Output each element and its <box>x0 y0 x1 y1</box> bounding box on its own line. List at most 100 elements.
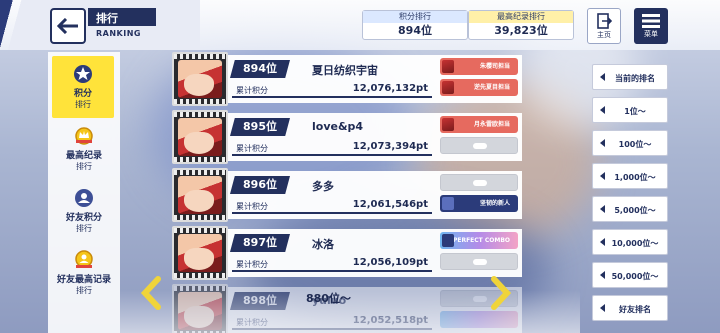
menu-label: 菜单 <box>644 29 658 38</box>
avatar[interactable] <box>172 284 228 333</box>
empty-slot-icon <box>473 143 487 149</box>
menu-button[interactable]: 菜单 <box>634 8 668 44</box>
sidebar-item-sublabel: 排行 <box>76 286 92 295</box>
star-medal-icon <box>74 65 92 83</box>
sidebar-item-friend-points-rank[interactable]: 好友积分 排行 <box>48 180 120 242</box>
friend-medal-icon <box>75 189 93 207</box>
sidebar-item-friend-best-record-rank[interactable]: 好友最高记录 排行 <box>48 242 120 304</box>
badge-empty <box>440 253 518 270</box>
stat-label: 最高纪录排行 <box>469 11 573 23</box>
score-value: 12,073,394pt <box>352 141 428 152</box>
player-name: love&p4 <box>312 120 364 133</box>
filter-label: 5,000位～ <box>614 206 656 215</box>
stat-best-record-rank: 最高纪录排行 39,823位 <box>468 10 574 40</box>
page-subtitle-text: RANKING <box>96 29 141 38</box>
empty-slot-icon <box>473 259 487 265</box>
filter-rank-1[interactable]: 1位～ <box>592 97 668 123</box>
page-title: 排行 RANKING <box>88 8 156 44</box>
sidebar-item-points-rank[interactable]: 积分 排行 <box>52 56 114 118</box>
sidebar-item-sublabel: 排行 <box>76 162 92 171</box>
character-portrait-icon <box>442 81 454 94</box>
sidebar-item-label: 好友积分 <box>65 213 102 223</box>
sidebar-item-label: 好友最高记录 <box>56 275 111 285</box>
rank-tag: 894位 <box>230 60 290 78</box>
empty-slot-icon <box>473 296 487 302</box>
filter-label: 好友排名 <box>619 305 651 314</box>
filter-friend-rank[interactable]: 好友排名 <box>592 295 668 321</box>
filter-label: 50,000位～ <box>611 272 659 281</box>
home-label: 主页 <box>597 30 611 39</box>
score-bar: 累计积分 12,056,109pt <box>232 257 432 272</box>
hamburger-icon <box>642 13 660 28</box>
filter-label: 10,000位～ <box>611 239 659 248</box>
filter-rank-5000[interactable]: 5,000位～ <box>592 196 668 222</box>
stat-value: 39,823位 <box>494 24 548 37</box>
badge-empty <box>440 137 518 154</box>
sidebar-item-sublabel: 排行 <box>76 224 92 233</box>
stat-value: 894位 <box>398 24 432 37</box>
score-label: 累计积分 <box>236 202 268 211</box>
score-value: 12,052,518pt <box>352 315 428 326</box>
filter-label: 1位～ <box>624 107 646 116</box>
badge-text: 朱樱司担当 <box>479 63 510 70</box>
ranking-row[interactable]: 895位 love&p4 累计积分 12,073,394pt 月永雷欧担当 <box>170 110 526 164</box>
badge-text: 逆先夏目担当 <box>473 84 510 91</box>
filter-label: 100位～ <box>618 140 652 149</box>
ranking-row[interactable]: 894位 夏日纺织宇宙 累计积分 12,076,132pt 朱樱司担当 逆先夏目… <box>170 52 526 106</box>
score-bar: 累计积分 12,061,546pt <box>232 199 432 214</box>
home-button[interactable]: 主页 <box>587 8 621 44</box>
gold-medal-icon <box>75 250 93 268</box>
page-indicator: 880位～ <box>306 292 351 305</box>
arrow-left-icon <box>57 18 78 34</box>
avatar[interactable] <box>172 110 228 164</box>
character-portrait-icon <box>442 118 454 131</box>
page-title-text: 排行 <box>88 8 156 26</box>
badge <box>440 311 518 328</box>
mic-icon <box>442 197 454 210</box>
stat-points-rank: 积分排行 894位 <box>362 10 468 40</box>
avatar[interactable] <box>172 226 228 280</box>
badge: 坚韧的新人 <box>440 195 518 212</box>
score-label: 累计积分 <box>236 144 268 153</box>
empty-slot-icon <box>473 180 487 186</box>
badge-text: PERFECT COMBO <box>452 237 510 244</box>
filter-label: 当前的排名 <box>615 74 655 83</box>
chevron-left-icon <box>140 276 161 310</box>
player-name: 多多 <box>312 180 334 193</box>
gold-crown-icon <box>75 127 93 145</box>
badge: 朱樱司担当 <box>440 58 518 75</box>
sidebar-item-label: 积分 <box>73 89 92 99</box>
badge-text: 月永雷欧担当 <box>473 121 510 128</box>
badge-empty <box>440 174 518 191</box>
badge: 月永雷欧担当 <box>440 116 518 133</box>
next-page-button[interactable] <box>490 276 512 310</box>
filter-current-rank[interactable]: 当前的排名 <box>592 64 668 90</box>
score-value: 12,076,132pt <box>352 83 428 94</box>
score-value: 12,061,546pt <box>352 199 428 210</box>
avatar[interactable] <box>172 52 228 106</box>
filter-rank-1000[interactable]: 1,000位～ <box>592 163 668 189</box>
avatar[interactable] <box>172 168 228 222</box>
character-portrait-icon <box>442 60 454 73</box>
score-label: 累计积分 <box>236 260 268 269</box>
player-name: 夏日纺织宇宙 <box>312 64 378 77</box>
score-bar: 累计积分 12,073,394pt <box>232 141 432 156</box>
filter-rank-100[interactable]: 100位～ <box>592 130 668 156</box>
filter-rank-10000[interactable]: 10,000位～ <box>592 229 668 255</box>
sidebar-item-sublabel: 排行 <box>75 100 91 109</box>
ranking-row[interactable]: 897位 冰洛 累计积分 12,056,109pt PERFECT COMBO <box>170 226 526 280</box>
score-bar: 累计积分 12,076,132pt <box>232 83 432 98</box>
ranking-row[interactable]: 896位 多多 累计积分 12,061,546pt 坚韧的新人 <box>170 168 526 222</box>
sidebar-item-best-record-rank[interactable]: 最高纪录 排行 <box>48 118 120 180</box>
ranking-type-sidebar: 积分 排行 最高纪录 排行 好友积分 排行 好友最高记录 排行 <box>48 52 120 333</box>
back-button[interactable] <box>50 8 86 44</box>
filter-label: 1,000位～ <box>614 173 656 182</box>
prev-page-button[interactable] <box>140 276 162 310</box>
rank-tag: 896位 <box>230 176 290 194</box>
filter-rank-50000[interactable]: 50,000位～ <box>592 262 668 288</box>
sidebar-item-label: 最高纪录 <box>65 151 102 161</box>
rank-tag: 898位 <box>230 292 290 310</box>
score-value: 12,056,109pt <box>352 257 428 268</box>
stat-label: 积分排行 <box>363 11 467 23</box>
badge: 逆先夏目担当 <box>440 79 518 96</box>
